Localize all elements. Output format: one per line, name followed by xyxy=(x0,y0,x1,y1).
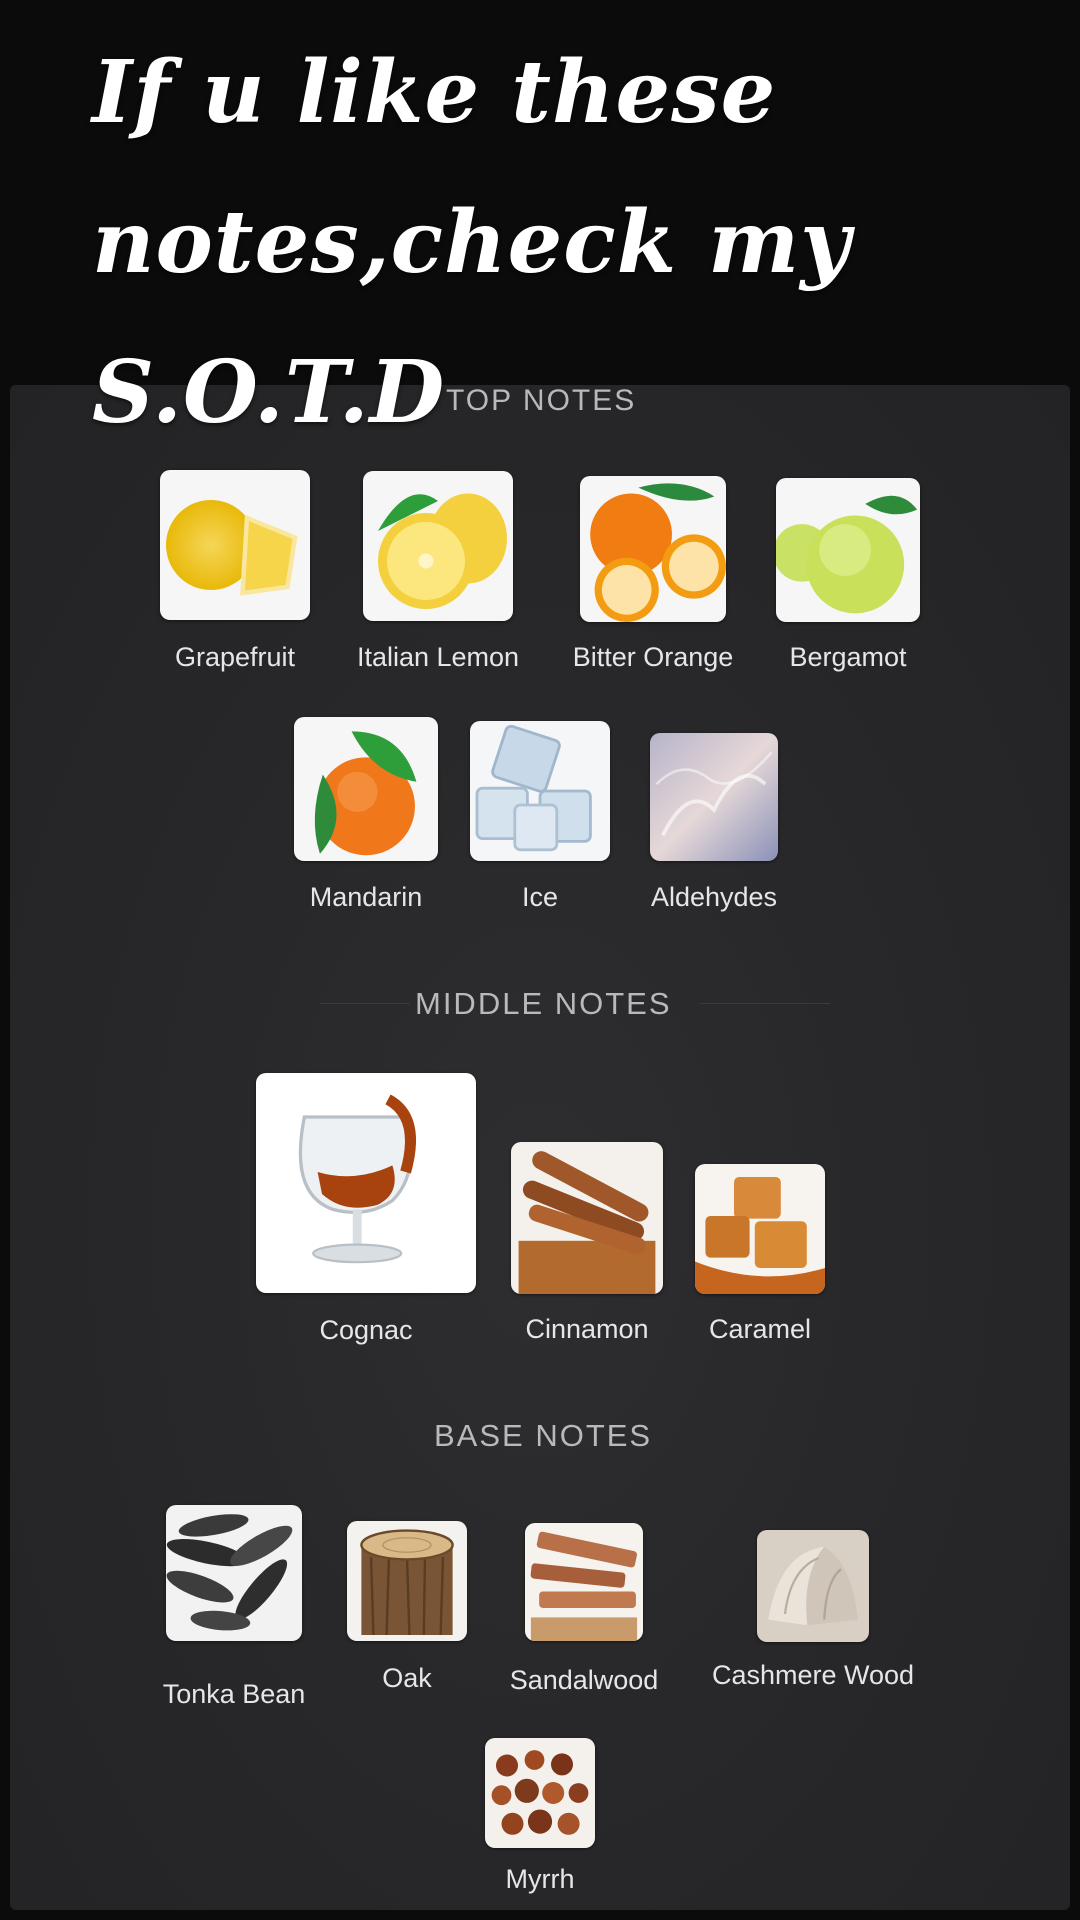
note-italian-lemon[interactable]: Italian Lemon xyxy=(357,471,519,672)
note-cinnamon[interactable]: Cinnamon xyxy=(511,1142,663,1344)
caption-line-3: S.O.T.D xyxy=(92,342,446,443)
divider xyxy=(700,1003,830,1004)
note-grapefruit[interactable]: Grapefruit xyxy=(160,470,310,672)
note-label: Ice xyxy=(521,882,559,912)
note-label: Italian Lemon xyxy=(356,642,520,672)
note-label: Grapefruit xyxy=(174,642,296,672)
cognac-icon xyxy=(256,1073,476,1293)
divider xyxy=(320,1003,410,1004)
bitter-orange-icon xyxy=(580,476,726,622)
oak-icon xyxy=(347,1521,467,1641)
myrrh-icon xyxy=(485,1738,595,1848)
middle-notes-title: MIDDLE NOTES xyxy=(415,986,672,1021)
note-caramel[interactable]: Caramel xyxy=(695,1164,825,1344)
grapefruit-icon xyxy=(160,470,310,620)
note-label: Tonka Bean xyxy=(162,1679,306,1709)
tonka-bean-icon xyxy=(166,1505,302,1641)
sandalwood-icon xyxy=(525,1523,643,1641)
ice-icon xyxy=(470,721,610,861)
note-myrrh[interactable]: Myrrh xyxy=(485,1738,595,1894)
note-label: Bergamot xyxy=(789,642,907,672)
note-cognac[interactable]: Cognac xyxy=(256,1073,476,1345)
note-oak[interactable]: Oak xyxy=(347,1521,467,1693)
note-bitter-orange[interactable]: Bitter Orange xyxy=(573,476,733,672)
caramel-icon xyxy=(695,1164,825,1294)
note-label: Cashmere Wood xyxy=(711,1660,915,1690)
note-ice[interactable]: Ice xyxy=(470,721,610,912)
cashmere-wood-icon xyxy=(757,1530,869,1642)
overlay-caption: If u like these notes,check my S.O.T.D xyxy=(92,18,1042,468)
bergamot-icon xyxy=(776,478,920,622)
note-sandalwood[interactable]: Sandalwood xyxy=(510,1523,658,1695)
base-notes-title: BASE NOTES xyxy=(434,1418,653,1453)
note-tonka-bean[interactable]: Tonka Bean xyxy=(163,1505,305,1709)
note-label: Aldehydes xyxy=(650,882,778,912)
caption-line-1: If u like these xyxy=(92,42,777,143)
note-label: Caramel xyxy=(708,1314,812,1344)
note-mandarin[interactable]: Mandarin xyxy=(294,717,438,912)
note-label: Myrrh xyxy=(505,1864,575,1894)
note-label: Cognac xyxy=(319,1315,413,1345)
note-aldehydes[interactable]: Aldehydes xyxy=(650,733,778,912)
note-bergamot[interactable]: Bergamot xyxy=(776,478,920,672)
lemon-icon xyxy=(363,471,513,621)
aldehydes-icon xyxy=(650,733,778,861)
note-label: Sandalwood xyxy=(509,1665,659,1695)
mandarin-icon xyxy=(294,717,438,861)
note-label: Oak xyxy=(382,1663,432,1693)
note-label: Mandarin xyxy=(309,882,423,912)
note-label: Bitter Orange xyxy=(572,642,734,672)
note-label: Cinnamon xyxy=(525,1314,649,1344)
note-cashmere-wood[interactable]: Cashmere Wood xyxy=(712,1530,914,1690)
caption-line-2: notes,check my xyxy=(92,192,852,293)
cinnamon-icon xyxy=(511,1142,663,1294)
